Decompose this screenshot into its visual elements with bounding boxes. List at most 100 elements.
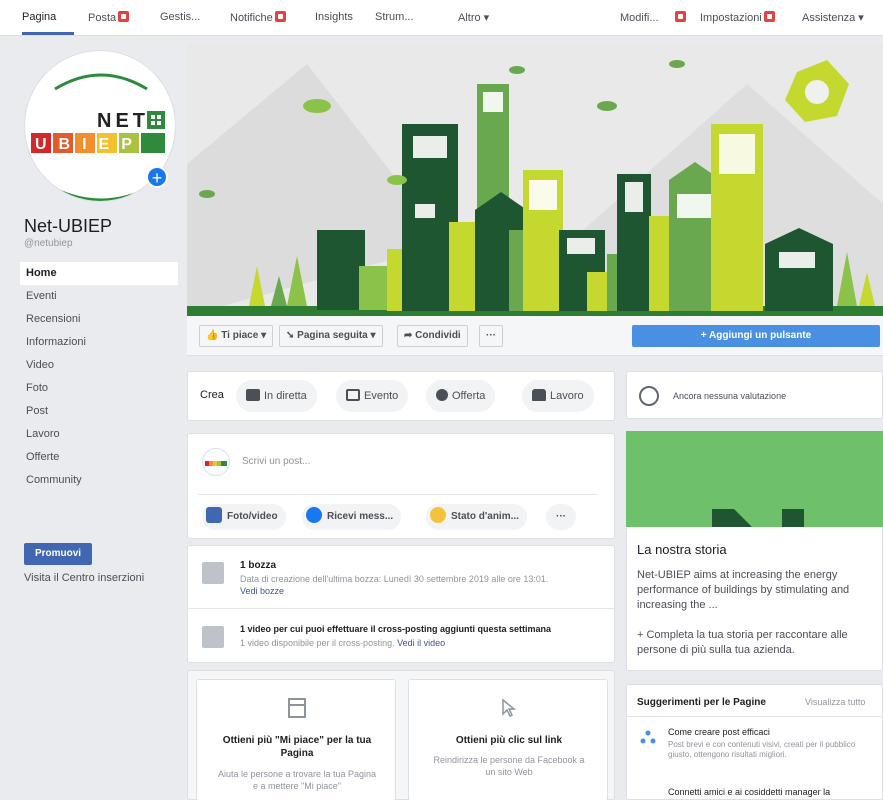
photo-video-button[interactable]: Foto/video — [202, 504, 286, 530]
nav-help[interactable]: Assistenza ▾ — [802, 11, 864, 24]
nav-tab-more[interactable]: Altro ▾ — [458, 11, 489, 24]
follow-page-button[interactable]: ➘ Pagina seguita ▾ — [279, 325, 383, 347]
story-title: La nostra storia — [637, 542, 727, 557]
tip-network-icon — [640, 730, 656, 744]
add-button-cta[interactable]: + Aggiungi un pulsante — [632, 325, 880, 347]
page-username[interactable]: @netubiep — [24, 238, 73, 249]
nav-tab-inbox[interactable]: Posta — [88, 11, 130, 24]
create-job-button[interactable]: Lavoro — [522, 380, 594, 412]
green-city-illustration — [187, 60, 883, 316]
drafts-text: Data di creazione dell'ultima bozza: Lun… — [240, 573, 560, 597]
sidebar-item-community[interactable]: Community — [20, 469, 178, 492]
create-card: Crea In diretta Evento Offerta Lavoro — [187, 371, 615, 421]
cover-photo[interactable] — [187, 44, 883, 316]
nav-active-underline — [22, 32, 74, 35]
promo-likes-text: Aiuta le persone a trovare la tua Pagina… — [217, 769, 377, 791]
story-body: Net-UBIEP aims at increasing the energy … — [637, 569, 850, 611]
story-complete-link[interactable]: + Completa la tua storia per raccontare … — [637, 628, 877, 658]
sidebar-item-about[interactable]: Informazioni — [20, 331, 178, 354]
rating-icon — [639, 386, 659, 406]
create-live-label: In diretta — [264, 390, 307, 402]
story-image — [626, 431, 883, 527]
page-top-nav: Pagina Posta Gestis... Notifiche Insight… — [0, 0, 883, 36]
tip-item-title-2[interactable]: Connetti amici e ai cosiddetti manager l… — [668, 787, 830, 797]
nav-tab-insights[interactable]: Insights — [315, 11, 353, 23]
crosspost-title: 1 video per cui puoi effettuare il cross… — [240, 624, 552, 634]
like-page-button[interactable]: 👍 Ti piace ▾ — [199, 325, 274, 347]
draft-icon — [202, 562, 224, 584]
page-tips-title: Suggerimenti per le Pagine — [637, 697, 766, 708]
page-name: Net-UBIEP — [24, 216, 113, 236]
drafts-title: 1 bozza — [240, 560, 277, 571]
sidebar-item-reviews[interactable]: Recensioni — [20, 308, 178, 331]
video-crosspost-icon — [202, 626, 224, 648]
notification-badge-icon — [118, 11, 130, 22]
get-messages-label: Ricevi mess... — [327, 511, 394, 522]
view-video-link[interactable]: Vedi il video — [397, 638, 445, 648]
crosspost-text: 1 video disponibile per il cross-posting… — [240, 637, 580, 649]
page-likes-icon — [288, 698, 306, 718]
create-job-label: Lavoro — [550, 390, 584, 402]
sidebar-item-home[interactable]: Home — [20, 262, 178, 285]
sidebar-item-photos[interactable]: Foto — [20, 377, 178, 400]
nav-tab-manage[interactable]: Gestis... — [160, 11, 200, 23]
notification-badge-icon — [674, 11, 686, 22]
composer-input[interactable]: Scrivi un post... — [242, 456, 310, 467]
logo-text-net: NET — [97, 110, 149, 132]
share-page-button[interactable]: ➦ Condividi — [397, 325, 468, 347]
nav-settings[interactable]: Impostazioni — [700, 11, 775, 24]
feeling-activity-label: Stato d'anim... — [451, 511, 519, 522]
ads-center-link[interactable]: Visita il Centro inserzioni — [24, 572, 144, 584]
promo-card-likes[interactable]: Ottieni più "Mi piace" per la tua Pagina… — [196, 679, 396, 800]
view-drafts-link[interactable]: Vedi bozze — [240, 586, 284, 596]
notification-badge-icon — [763, 11, 775, 22]
create-event-button[interactable]: Evento — [336, 380, 409, 412]
add-photo-plus-icon[interactable]: + — [146, 166, 168, 188]
crosspost-description: 1 video disponibile per il cross-posting… — [240, 638, 395, 648]
promo-clicks-title: Ottieni più clic sul link — [455, 735, 563, 746]
drafts-description: Data di creazione dell'ultima bozza: Lun… — [240, 574, 549, 584]
tips-divider — [626, 716, 883, 717]
rating-card[interactable]: Ancora nessuna valutazione — [626, 371, 883, 419]
story-image-graphic — [712, 509, 804, 527]
composer-divider — [198, 494, 598, 495]
nav-tab-inbox-label: Posta — [88, 12, 117, 24]
calendar-icon — [346, 389, 360, 401]
create-event-label: Evento — [364, 390, 399, 402]
cursor-icon — [502, 698, 517, 718]
nav-tab-notifications[interactable]: Notifiche — [230, 11, 286, 24]
sidebar-item-posts[interactable]: Post — [20, 400, 178, 423]
briefcase-icon — [532, 389, 546, 401]
smiley-icon — [430, 507, 446, 523]
promo-likes-title: Ottieni più "Mi piace" per la tua Pagina — [222, 735, 372, 759]
create-offer-button[interactable]: Offerta — [426, 380, 496, 412]
sidebar-item-videos[interactable]: Video — [20, 354, 178, 377]
see-all-tips-link[interactable]: Visualizza tutto — [805, 697, 865, 707]
get-messages-button[interactable]: Ricevi mess... — [302, 504, 402, 530]
nav-edit-page[interactable]: Modifi... — [620, 11, 686, 24]
sidebar-item-jobs[interactable]: Lavoro — [20, 423, 178, 446]
nav-settings-label: Impostazioni — [700, 12, 762, 24]
messenger-icon — [306, 507, 322, 523]
promo-clicks-text: Reindirizza le persone da Facebook a un … — [433, 755, 585, 777]
sidebar-item-offers[interactable]: Offerte — [20, 446, 178, 469]
logo-text-ubiep: UBIEP — [35, 136, 144, 153]
composer-avatar — [202, 448, 230, 476]
promo-section: Ottieni più "Mi piace" per la tua Pagina… — [187, 670, 615, 800]
composer-more-button[interactable]: ··· — [546, 504, 576, 530]
nav-tab-page[interactable]: Pagina — [22, 11, 56, 23]
create-label: Crea — [200, 389, 224, 401]
feeling-activity-button[interactable]: Stato d'anim... — [426, 504, 527, 530]
live-video-icon — [246, 389, 260, 401]
sidebar-item-events[interactable]: Eventi — [20, 285, 178, 308]
offer-tag-icon — [436, 389, 448, 401]
tip-item-title[interactable]: Come creare post efficaci — [668, 727, 770, 737]
promote-button[interactable]: Promuovi — [24, 543, 92, 565]
notices-divider — [188, 608, 614, 609]
create-live-button[interactable]: In diretta — [236, 380, 317, 412]
promo-card-clicks[interactable]: Ottieni più clic sul link Reindirizza le… — [408, 679, 608, 800]
create-offer-label: Offerta — [452, 390, 486, 402]
nav-edit-label: Modifi... — [620, 12, 659, 24]
more-actions-button[interactable]: ··· — [479, 325, 503, 347]
nav-tab-tools[interactable]: Strum... — [375, 11, 414, 23]
